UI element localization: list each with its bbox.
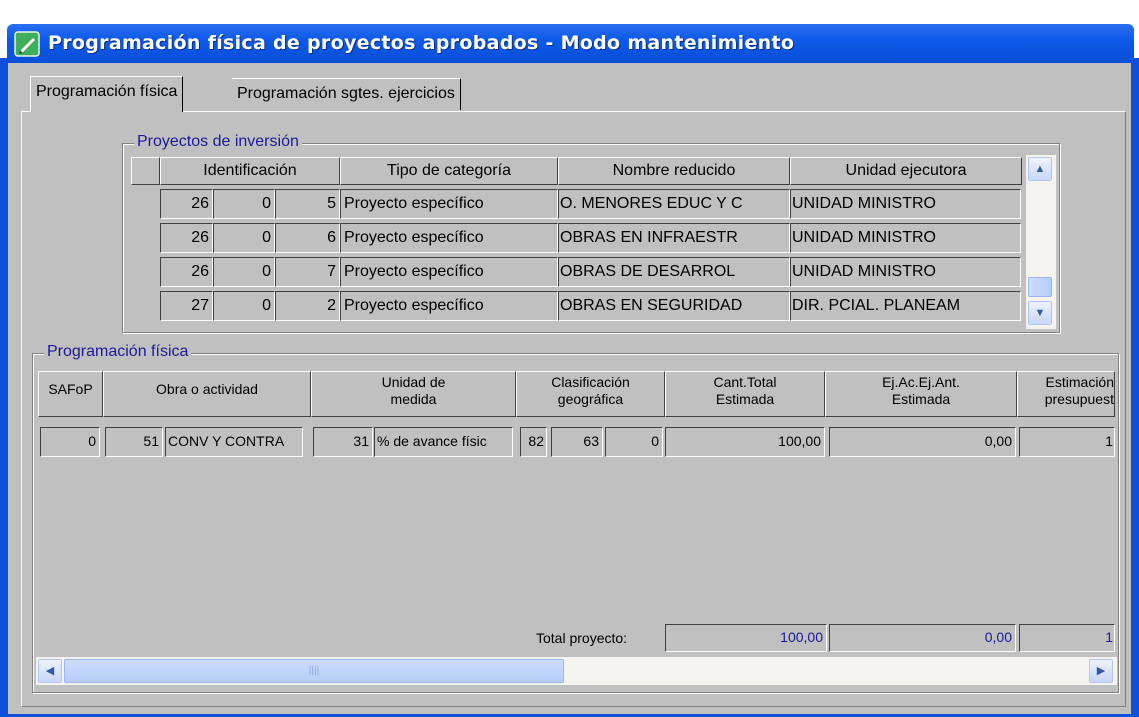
ej-ac-line2: Estimada xyxy=(891,391,951,407)
column-header-ej-ac[interactable]: Ej.Ac.Ej.Ant. Estimada xyxy=(825,371,1017,417)
proyectos-vertical-scrollbar[interactable]: ▲ ▼ xyxy=(1026,155,1056,329)
unidad-ejecutora-cell[interactable]: DIR. PCIAL. PLANEAM xyxy=(790,291,1021,321)
estimacion-line2: presupuest xyxy=(1044,391,1114,407)
nombre-reducido-cell[interactable]: O. MENORES EDUC Y C xyxy=(558,189,790,219)
column-header-unidad-ejecutora[interactable]: Unidad ejecutora xyxy=(790,157,1022,185)
id-ejercicio-cell[interactable]: 27 xyxy=(160,291,213,321)
unidad-num-cell[interactable]: 31 xyxy=(313,427,373,457)
column-header-obra[interactable]: Obra o actividad xyxy=(103,371,311,417)
unidad-desc-cell[interactable]: % de avance físic xyxy=(374,427,513,457)
id-programa-cell[interactable]: 0 xyxy=(213,291,275,321)
id-proyecto-cell[interactable]: 2 xyxy=(275,291,340,321)
table-row[interactable]: 26 0 6 Proyecto específico OBRAS EN INFR… xyxy=(131,222,1024,256)
geo-localidad-cell[interactable]: 0 xyxy=(605,427,663,457)
total-ej-ac: 0,00 xyxy=(829,624,1016,652)
column-header-estimacion[interactable]: Estimación presupuest xyxy=(1017,371,1115,417)
clasificacion-line1: Clasificación xyxy=(551,374,630,390)
estimacion-cell[interactable]: 1 xyxy=(1019,427,1115,457)
id-ejercicio-cell[interactable]: 26 xyxy=(160,257,213,287)
window-title: Programación física de proyectos aprobad… xyxy=(48,32,795,54)
cant-total-line1: Cant.Total xyxy=(713,374,777,390)
scroll-right-button[interactable]: ▶ xyxy=(1089,659,1113,683)
estimacion-line1: Estimación xyxy=(1045,374,1114,390)
unidad-ejecutora-cell[interactable]: UNIDAD MINISTRO xyxy=(790,257,1021,287)
tipo-categoria-cell[interactable]: Proyecto específico xyxy=(340,257,558,287)
ej-ac-cell[interactable]: 0,00 xyxy=(829,427,1016,457)
nombre-reducido-cell[interactable]: OBRAS DE DESARROL xyxy=(558,257,790,287)
proyectos-group-label: Proyectos de inversión xyxy=(134,133,302,151)
scroll-up-button[interactable]: ▲ xyxy=(1028,157,1052,181)
scroll-left-button[interactable]: ◀ xyxy=(38,659,62,683)
unidad-ejecutora-cell[interactable]: UNIDAD MINISTRO xyxy=(790,223,1021,253)
id-proyecto-cell[interactable]: 5 xyxy=(275,189,340,219)
geo-departamento-cell[interactable]: 63 xyxy=(551,427,603,457)
programacion-horizontal-scrollbar[interactable]: ◀ |||| ▶ xyxy=(36,657,1117,685)
programacion-group-label: Programación física xyxy=(44,343,192,361)
column-header-unidad-medida[interactable]: Unidad de medida xyxy=(311,371,516,417)
table-row[interactable]: 0 51 CONV Y CONTRA 31 % de avance físic … xyxy=(38,425,1115,461)
column-header-safop[interactable]: SAFoP xyxy=(38,371,103,417)
column-header-safop-label: SAFoP xyxy=(48,381,93,397)
column-header-nombre-reducido[interactable]: Nombre reducido xyxy=(558,157,790,185)
ej-ac-line1: Ej.Ac.Ej.Ant. xyxy=(882,374,960,390)
tipo-categoria-cell[interactable]: Proyecto específico xyxy=(340,189,558,219)
total-estimacion: 1 xyxy=(1019,624,1115,652)
scroll-down-button[interactable]: ▼ xyxy=(1028,301,1052,325)
id-ejercicio-cell[interactable]: 26 xyxy=(160,189,213,219)
unidad-medida-line2: medida xyxy=(390,391,437,407)
cant-total-line2: Estimada xyxy=(715,391,775,407)
obra-num-cell[interactable]: 51 xyxy=(105,427,163,457)
id-ejercicio-cell[interactable]: 26 xyxy=(160,223,213,253)
geo-provincia-cell[interactable]: 82 xyxy=(520,427,547,457)
total-cant-total: 100,00 xyxy=(665,624,827,652)
obra-desc-cell[interactable]: CONV Y CONTRA xyxy=(165,427,303,457)
clasificacion-line2: geográfica xyxy=(557,391,624,407)
table-row[interactable]: 27 0 2 Proyecto específico OBRAS EN SEGU… xyxy=(131,290,1024,324)
id-proyecto-cell[interactable]: 7 xyxy=(275,257,340,287)
unidad-medida-line1: Unidad de xyxy=(381,374,446,390)
column-header-obra-label: Obra o actividad xyxy=(156,381,258,397)
column-header-cant-total[interactable]: Cant.Total Estimada xyxy=(665,371,825,417)
table-row[interactable]: 26 0 7 Proyecto específico OBRAS DE DESA… xyxy=(131,256,1024,290)
total-proyecto-label: Total proyecto: xyxy=(536,630,628,646)
app-icon xyxy=(14,31,40,57)
column-header-tipo-categoria[interactable]: Tipo de categoría xyxy=(340,157,558,185)
id-programa-cell[interactable]: 0 xyxy=(213,189,275,219)
tipo-categoria-cell[interactable]: Proyecto específico xyxy=(340,223,558,253)
unidad-ejecutora-cell[interactable]: UNIDAD MINISTRO xyxy=(790,189,1021,219)
table-row[interactable]: 26 0 5 Proyecto específico O. MENORES ED… xyxy=(131,188,1024,222)
tab-programacion-fisica[interactable]: Programación física xyxy=(30,76,184,112)
column-header-identificacion[interactable]: Identificación xyxy=(160,157,340,185)
tipo-categoria-cell[interactable]: Proyecto específico xyxy=(340,291,558,321)
tab-programacion-sgtes-ejercicios[interactable]: Programación sgtes. ejercicios xyxy=(232,78,461,110)
row-selector-header[interactable] xyxy=(131,157,160,185)
id-proyecto-cell[interactable]: 6 xyxy=(275,223,340,253)
column-header-clasificacion-geografica[interactable]: Clasificación geográfica xyxy=(516,371,665,417)
nombre-reducido-cell[interactable]: OBRAS EN SEGURIDAD xyxy=(558,291,790,321)
proyectos-grid-body: 26 0 5 Proyecto específico O. MENORES ED… xyxy=(131,188,1024,326)
safop-cell[interactable]: 0 xyxy=(40,427,100,457)
horizontal-scroll-thumb[interactable]: |||| xyxy=(64,659,564,683)
scroll-thumb[interactable] xyxy=(1028,277,1052,297)
nombre-reducido-cell[interactable]: OBRAS EN INFRAESTR xyxy=(558,223,790,253)
cant-total-cell[interactable]: 100,00 xyxy=(665,427,825,457)
id-programa-cell[interactable]: 0 xyxy=(213,257,275,287)
id-programa-cell[interactable]: 0 xyxy=(213,223,275,253)
